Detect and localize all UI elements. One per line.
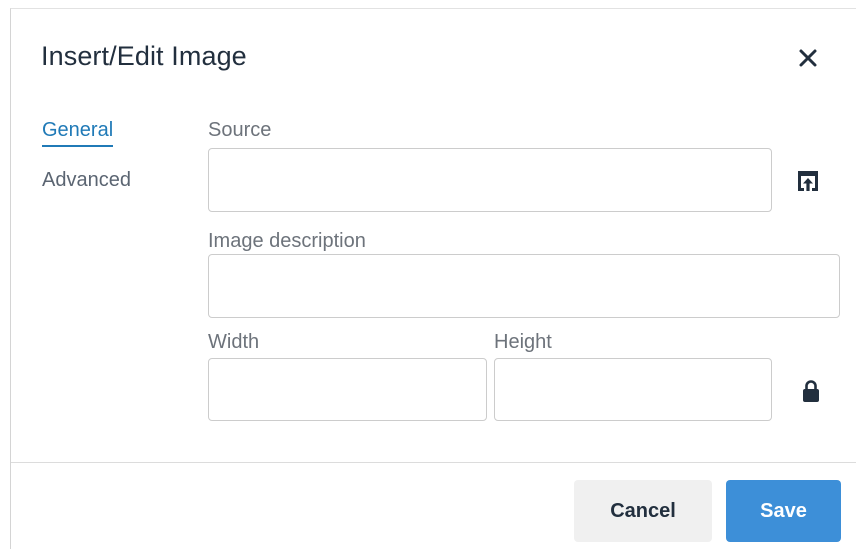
tab-advanced[interactable]: Advanced xyxy=(42,169,131,192)
width-input[interactable] xyxy=(208,358,487,421)
close-icon xyxy=(799,49,817,67)
save-button[interactable]: Save xyxy=(726,480,841,542)
lock-icon xyxy=(803,380,819,402)
image-description-input[interactable] xyxy=(208,254,840,318)
constrain-proportions-button[interactable] xyxy=(795,375,827,407)
source-input[interactable] xyxy=(208,148,772,212)
cancel-button[interactable]: Cancel xyxy=(574,480,712,542)
source-label: Source xyxy=(208,119,272,141)
upload-icon xyxy=(798,171,818,191)
insert-edit-image-dialog: Insert/Edit Image General Advanced Sourc… xyxy=(10,8,856,549)
height-input[interactable] xyxy=(494,358,772,421)
footer-divider xyxy=(11,462,856,463)
image-description-label: Image description xyxy=(208,230,366,252)
width-label: Width xyxy=(208,331,260,353)
browse-button[interactable] xyxy=(789,162,827,200)
dialog-title: Insert/Edit Image xyxy=(41,41,247,71)
close-button[interactable] xyxy=(793,43,823,73)
tab-general[interactable]: General xyxy=(42,119,114,147)
height-label: Height xyxy=(494,331,552,353)
